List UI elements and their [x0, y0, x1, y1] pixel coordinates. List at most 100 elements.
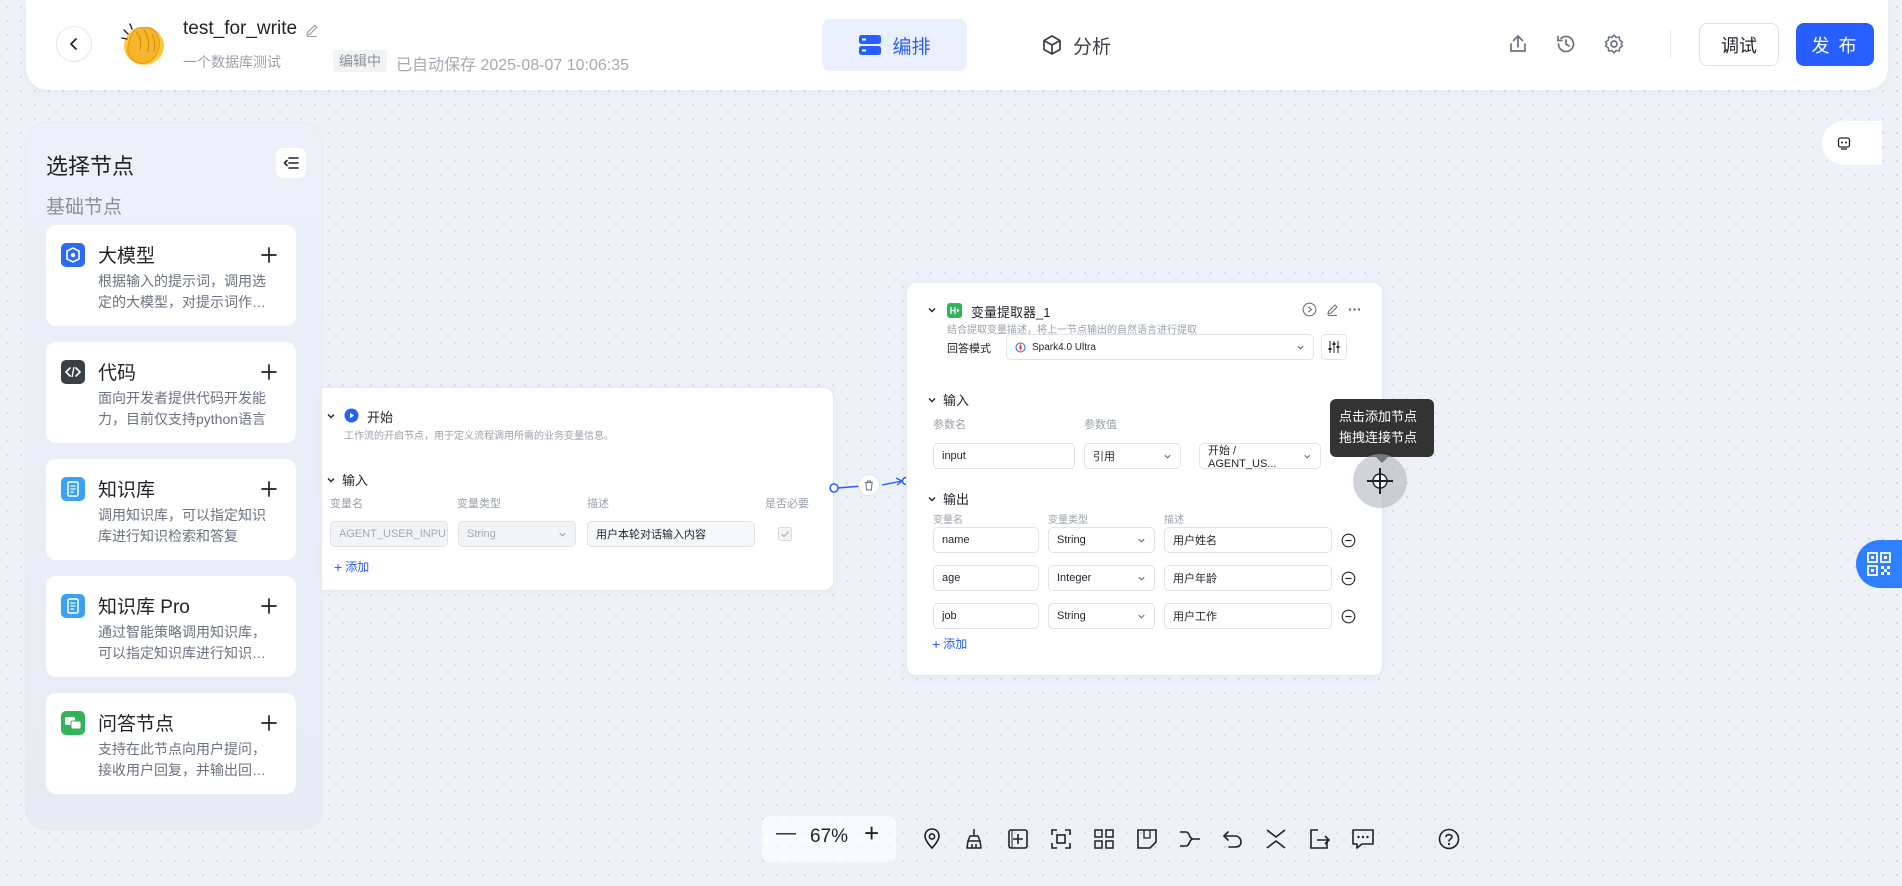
input-ref-select[interactable]: 引用	[1084, 443, 1181, 469]
node-description: 根据输入的提示词，调用选定的大模型，对提示词作出回答	[98, 273, 266, 310]
collapse-icon[interactable]	[1263, 826, 1289, 852]
chevron-down-icon	[928, 397, 936, 402]
publish-button[interactable]: 发 布	[1796, 23, 1874, 66]
chevron-down-icon	[327, 477, 335, 482]
start-var-type-select: String	[458, 521, 576, 547]
tab-analysis[interactable]: 分析	[1016, 19, 1136, 71]
plus-icon[interactable]	[258, 244, 280, 266]
output-type-select[interactable]: Integer	[1048, 565, 1155, 591]
output-desc-field[interactable]: 用户姓名	[1164, 527, 1332, 553]
delete-edge-button[interactable]	[858, 474, 880, 496]
comment-icon[interactable]	[1350, 826, 1376, 852]
plus-icon: +	[932, 635, 941, 652]
history-icon[interactable]	[1554, 32, 1578, 56]
input-param-name-field[interactable]: input	[933, 443, 1075, 469]
locate-icon[interactable]	[919, 826, 945, 852]
sidebar-section-basic: 基础节点	[46, 197, 123, 218]
col-param-value: 参数值	[1084, 419, 1117, 431]
chevron-down-icon	[1138, 576, 1145, 581]
output-type-select[interactable]: String	[1048, 603, 1155, 629]
plus-icon[interactable]	[258, 361, 280, 383]
output-name-field[interactable]: job	[933, 603, 1039, 629]
trash-icon	[865, 480, 873, 490]
chevron-down-icon[interactable]	[326, 411, 336, 421]
variable-extractor-node[interactable]: 变量提取器_1 结合提取变量描述，将上一节点输出的自然语言进行提取 回答模式 S…	[906, 282, 1383, 676]
add-label: 添加	[943, 637, 968, 651]
help-icon[interactable]	[1436, 826, 1462, 852]
undo-icon[interactable]	[1220, 826, 1246, 852]
input-value-select[interactable]: 开始 / AGENT_US...	[1199, 443, 1321, 470]
knowledge-icon	[61, 477, 85, 501]
out-col-name: 变量名	[933, 515, 963, 526]
tab-orchestrate[interactable]: 编排	[822, 19, 967, 71]
output-name-field[interactable]: name	[933, 527, 1039, 553]
gear-icon[interactable]	[1602, 32, 1626, 56]
edit-icon[interactable]	[1325, 302, 1340, 317]
required-checkbox[interactable]	[778, 527, 792, 541]
fit-view-icon[interactable]	[1048, 826, 1074, 852]
model-settings-button[interactable]	[1321, 334, 1347, 360]
back-button[interactable]	[56, 26, 92, 62]
more-icon[interactable]	[1347, 302, 1362, 317]
connector-icon[interactable]	[1177, 826, 1203, 852]
node-name: 代码	[98, 363, 137, 384]
sidebar-node-knowledge[interactable]: 知识库 调用知识库，可以指定知识库进行知识检索和答复	[46, 459, 296, 560]
edit-title-icon[interactable]	[304, 22, 320, 38]
sidebar-node-llm[interactable]: 大模型 根据输入的提示词，调用选定的大模型，对提示词作出回答	[46, 225, 296, 326]
start-node[interactable]: 开始 工作流的开启节点，用于定义流程调用所需的业务变量信息。 输入 变量名 变量…	[322, 387, 834, 591]
chevron-down-icon	[1138, 538, 1145, 543]
model-select[interactable]: Spark4.0 Ultra	[1006, 334, 1314, 360]
sidebar-node-code[interactable]: 代码 面向开发者提供代码开发能力，目前仅支持python语言	[46, 342, 296, 443]
output-type-select[interactable]: String	[1048, 527, 1155, 553]
zoom-out-button[interactable]: —	[776, 822, 796, 845]
plus-icon: +	[334, 558, 343, 575]
node-name: 大模型	[98, 246, 156, 267]
start-add-variable-button[interactable]: + 添加	[334, 558, 369, 575]
top-header: test_for_write 一个数据库测试 编辑中 已自动保存 2025-08…	[26, 0, 1888, 90]
side-panel-toggle[interactable]	[1822, 121, 1882, 165]
start-var-desc-field[interactable]: 用户本轮对话输入内容	[587, 521, 755, 547]
qr-code-button[interactable]	[1856, 540, 1902, 588]
chevron-down-icon[interactable]	[927, 305, 937, 315]
sidebar-node-knowledge-pro[interactable]: 知识库 Pro 通过智能策略调用知识库，可以指定知识库进行知识检索	[46, 576, 296, 677]
extractor-output-header[interactable]: 输出	[927, 489, 969, 508]
sliders-icon	[1328, 341, 1340, 353]
extractor-input-header[interactable]: 输入	[927, 390, 969, 409]
remove-circle-icon[interactable]	[1341, 571, 1356, 586]
clean-icon[interactable]	[961, 826, 987, 852]
zoom-level: 67%	[810, 826, 849, 847]
add-frame-icon[interactable]	[1005, 826, 1031, 852]
header-divider	[1670, 30, 1671, 58]
debug-button[interactable]: 调试	[1699, 23, 1779, 66]
output-type-value: Integer	[1057, 572, 1092, 584]
plus-icon[interactable]	[258, 478, 280, 500]
zoom-in-button[interactable]: +	[864, 818, 879, 849]
add-node-handle[interactable]	[1353, 454, 1407, 508]
remove-circle-icon[interactable]	[1341, 533, 1356, 548]
play-circle-icon	[344, 408, 359, 423]
sidebar-title: 选择节点	[46, 154, 135, 179]
add-node-tooltip: 点击添加节点 拖拽连接节点	[1330, 399, 1434, 463]
extractor-add-output-button[interactable]: + 添加	[932, 635, 967, 652]
autosave-status: 已自动保存 2025-08-07 10:06:35	[396, 57, 630, 74]
chevron-down-icon	[1138, 614, 1145, 619]
orchestrate-icon	[859, 35, 882, 55]
note-icon[interactable]	[1134, 826, 1160, 852]
start-input-header[interactable]: 输入	[326, 470, 368, 489]
export-icon[interactable]	[1307, 826, 1333, 852]
share-icon[interactable]	[1506, 32, 1530, 56]
node-description: 面向开发者提供代码开发能力，目前仅支持python语言	[98, 390, 267, 427]
sidebar-node-qa[interactable]: 问答节点 支持在此节点向用户提问，接收用户回复，并输出回复内容	[46, 693, 296, 794]
layout-icon[interactable]	[1091, 826, 1117, 852]
play-outline-icon[interactable]	[1302, 302, 1317, 317]
output-name-field[interactable]: age	[933, 565, 1039, 591]
plus-icon[interactable]	[258, 712, 280, 734]
output-desc-field[interactable]: 用户年龄	[1164, 565, 1332, 591]
output-desc-field[interactable]: 用户工作	[1164, 603, 1332, 629]
input-value-text: 开始 / AGENT_US...	[1208, 445, 1277, 470]
chevron-down-icon	[559, 532, 566, 537]
sidebar-collapse-button[interactable]	[276, 148, 306, 178]
plus-icon[interactable]	[258, 595, 280, 617]
remove-circle-icon[interactable]	[1341, 609, 1356, 624]
chevron-down-icon	[1164, 454, 1171, 459]
